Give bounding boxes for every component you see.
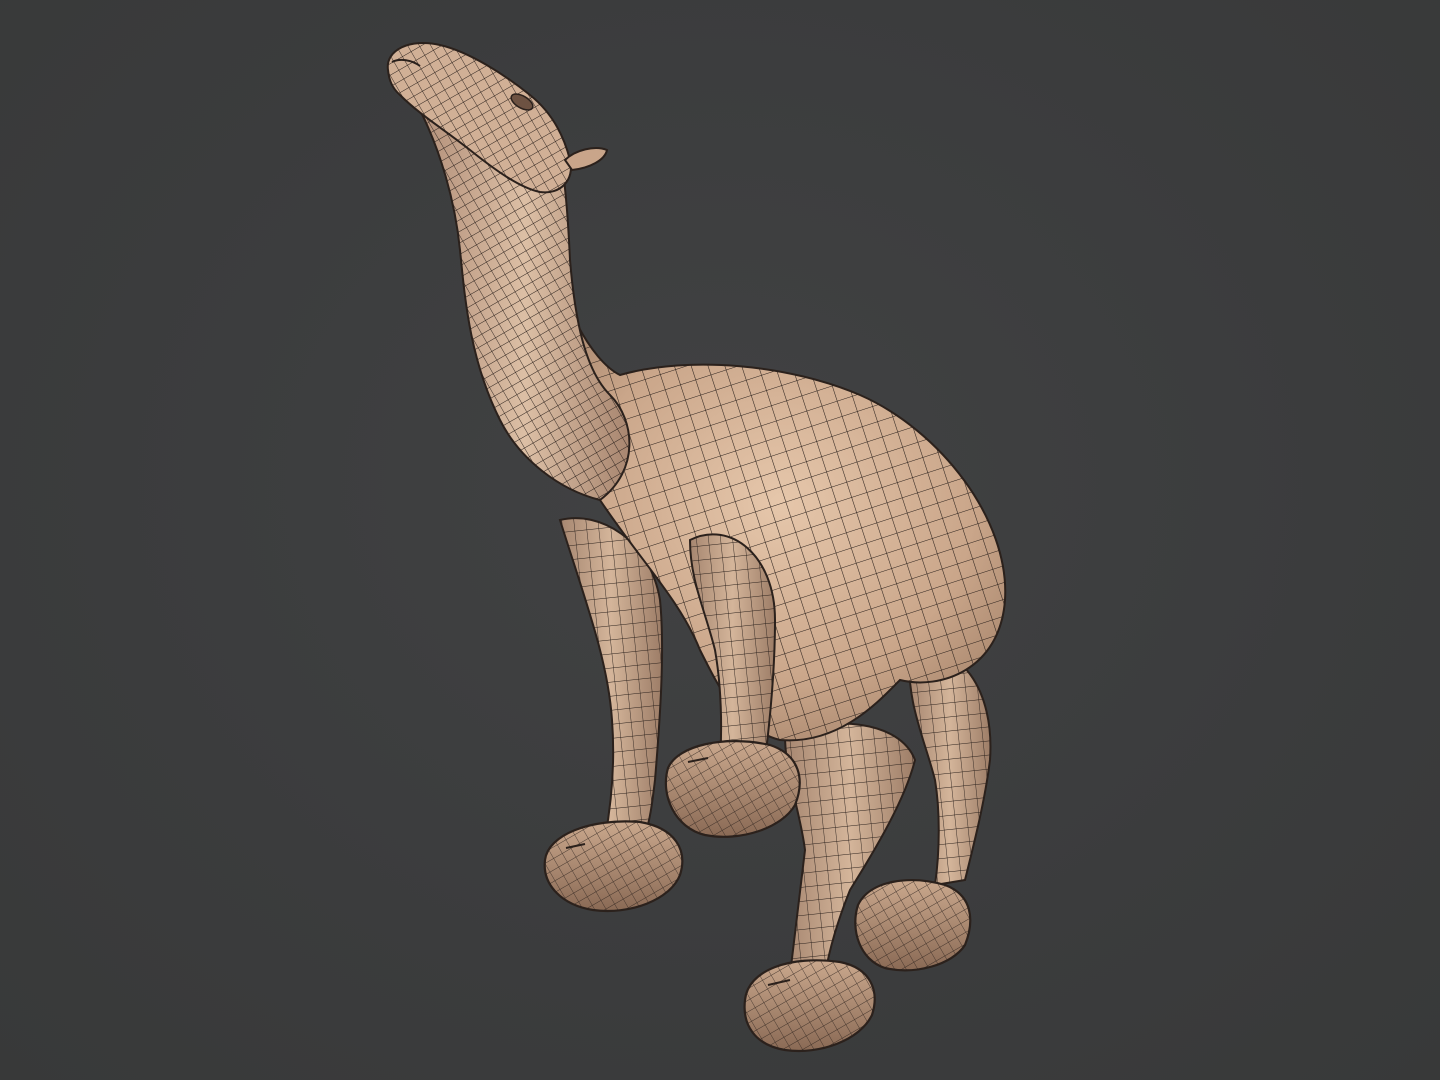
camel-mesh-icon (386, 42, 1007, 1052)
camel-head (386, 42, 609, 194)
hoof-back-right (854, 879, 972, 972)
hoof-front-left (543, 820, 684, 912)
hoof-back-left (743, 959, 876, 1052)
hoof-front-right (664, 740, 801, 838)
front-leg-left (558, 517, 664, 840)
3d-viewport[interactable] (0, 0, 1440, 1080)
hind-leg-front (908, 647, 992, 887)
